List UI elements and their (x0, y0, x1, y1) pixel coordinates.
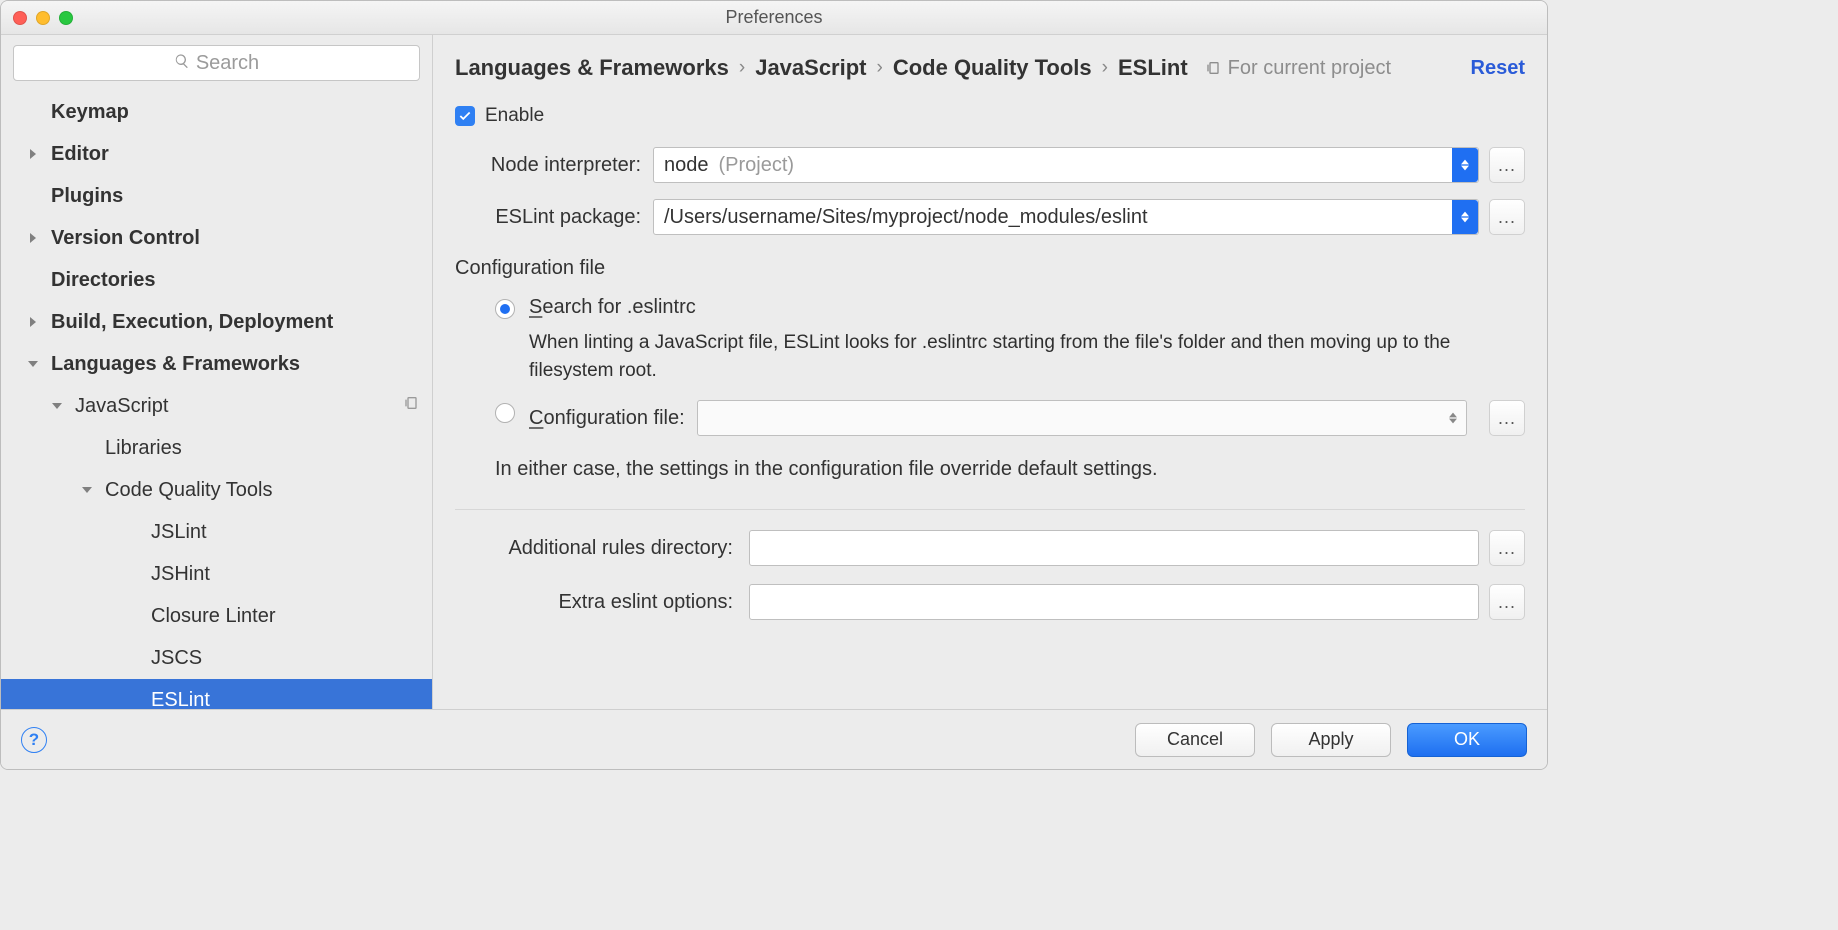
reset-button[interactable]: Reset (1471, 57, 1525, 80)
project-scope-icon (1206, 60, 1222, 76)
titlebar: Preferences (1, 1, 1547, 35)
crumb-eslint: ESLint (1118, 55, 1188, 81)
dropdown-icon (1452, 200, 1478, 234)
minimize-window-button[interactable] (36, 11, 50, 25)
enable-label: Enable (485, 105, 544, 127)
config-file-browse-button[interactable]: ... (1489, 400, 1525, 436)
config-file-radio-label: Configuration file: (529, 407, 685, 430)
body: Search Keymap Editor Plugins Version Con… (1, 35, 1547, 709)
main-panel: Languages & Frameworks › JavaScript › Co… (433, 35, 1547, 709)
project-scope-icon (404, 395, 420, 417)
search-radio-row: Search for .eslintrc When linting a Java… (495, 296, 1525, 384)
configuration-file-title: Configuration file (455, 257, 1525, 280)
config-file-radio[interactable] (495, 403, 515, 423)
sidebar: Search Keymap Editor Plugins Version Con… (1, 35, 433, 709)
config-file-select[interactable] (697, 400, 1467, 436)
rules-dir-row: Additional rules directory: ... (455, 530, 1525, 566)
chevron-right-icon[interactable] (25, 149, 41, 159)
search-radio-description: When linting a JavaScript file, ESLint l… (529, 329, 1525, 384)
tree-item-editor[interactable]: Editor (1, 133, 432, 175)
enable-checkbox[interactable] (455, 106, 475, 126)
node-interpreter-label: Node interpreter: (455, 154, 653, 177)
divider (455, 509, 1525, 510)
tree-item-jshint[interactable]: JSHint (1, 553, 432, 595)
configuration-note: In either case, the settings in the conf… (495, 458, 1525, 481)
node-interpreter-row: Node interpreter: node (Project) ... (455, 147, 1525, 183)
rules-dir-browse-button[interactable]: ... (1489, 530, 1525, 566)
extra-opts-row: Extra eslint options: ... (455, 584, 1525, 620)
search-radio-label: Search for .eslintrc (529, 296, 1525, 319)
crumb-javascript[interactable]: JavaScript (755, 55, 866, 81)
tree-item-code-quality-tools[interactable]: Code Quality Tools (1, 469, 432, 511)
config-file-radio-row: Configuration file: ... (495, 400, 1525, 436)
tree-item-jslint[interactable]: JSLint (1, 511, 432, 553)
tree-item-closure-linter[interactable]: Closure Linter (1, 595, 432, 637)
chevron-right-icon[interactable] (25, 317, 41, 327)
configuration-file-group: Configuration file Search for .eslintrc … (455, 257, 1525, 481)
eslint-package-row: ESLint package: /Users/username/Sites/my… (455, 199, 1525, 235)
dropdown-icon (1440, 401, 1466, 435)
chevron-down-icon[interactable] (49, 401, 65, 411)
rules-dir-input[interactable] (749, 530, 1479, 566)
breadcrumbs: Languages & Frameworks › JavaScript › Co… (455, 55, 1525, 81)
search-icon (174, 52, 196, 75)
footer: ? Cancel Apply OK (1, 709, 1547, 769)
enable-row: Enable (455, 105, 1525, 127)
cancel-button[interactable]: Cancel (1135, 723, 1255, 757)
chevron-right-icon: › (739, 57, 745, 79)
dropdown-icon (1452, 148, 1478, 182)
settings-tree: Keymap Editor Plugins Version Control Di… (1, 91, 432, 709)
help-button[interactable]: ? (21, 727, 47, 753)
extra-opts-label: Extra eslint options: (455, 591, 749, 614)
eslint-package-browse-button[interactable]: ... (1489, 199, 1525, 235)
eslint-package-label: ESLint package: (455, 206, 653, 229)
settings-form: Enable Node interpreter: node (Project) … (455, 105, 1525, 638)
window-title: Preferences (725, 7, 822, 28)
crumb-code-quality-tools[interactable]: Code Quality Tools (893, 55, 1092, 81)
preferences-window: Preferences Search Keymap Editor (0, 0, 1548, 770)
chevron-right-icon: › (1102, 57, 1108, 79)
tree-item-directories[interactable]: Directories (1, 259, 432, 301)
check-icon (458, 109, 472, 123)
chevron-right-icon[interactable] (25, 233, 41, 243)
tree-item-plugins[interactable]: Plugins (1, 175, 432, 217)
extra-opts-input[interactable] (749, 584, 1479, 620)
ok-button[interactable]: OK (1407, 723, 1527, 757)
search-radio[interactable] (495, 299, 515, 319)
eslint-package-value: /Users/username/Sites/myproject/node_mod… (664, 206, 1148, 229)
extra-opts-browse-button[interactable]: ... (1489, 584, 1525, 620)
chevron-down-icon[interactable] (79, 485, 95, 495)
tree-item-keymap[interactable]: Keymap (1, 91, 432, 133)
window-controls (13, 11, 73, 25)
scope-note: For current project (1206, 57, 1391, 80)
tree-item-libraries[interactable]: Libraries (1, 427, 432, 469)
tree-item-jscs[interactable]: JSCS (1, 637, 432, 679)
apply-button[interactable]: Apply (1271, 723, 1391, 757)
node-interpreter-value: node (664, 154, 709, 177)
rules-dir-label: Additional rules directory: (455, 537, 749, 560)
eslint-package-select[interactable]: /Users/username/Sites/myproject/node_mod… (653, 199, 1479, 235)
close-window-button[interactable] (13, 11, 27, 25)
search-input[interactable]: Search (13, 45, 420, 81)
tree-item-languages-frameworks[interactable]: Languages & Frameworks (1, 343, 432, 385)
chevron-down-icon[interactable] (25, 359, 41, 369)
tree-item-build-execution-deployment[interactable]: Build, Execution, Deployment (1, 301, 432, 343)
crumb-languages-frameworks[interactable]: Languages & Frameworks (455, 55, 729, 81)
node-interpreter-sub: (Project) (719, 154, 795, 177)
node-interpreter-browse-button[interactable]: ... (1489, 147, 1525, 183)
tree-item-version-control[interactable]: Version Control (1, 217, 432, 259)
tree-item-javascript[interactable]: JavaScript (1, 385, 432, 427)
chevron-right-icon: › (877, 57, 883, 79)
zoom-window-button[interactable] (59, 11, 73, 25)
search-placeholder: Search (196, 52, 259, 75)
search-wrap: Search (1, 35, 432, 91)
node-interpreter-select[interactable]: node (Project) (653, 147, 1479, 183)
tree-item-eslint[interactable]: ESLint (1, 679, 432, 709)
